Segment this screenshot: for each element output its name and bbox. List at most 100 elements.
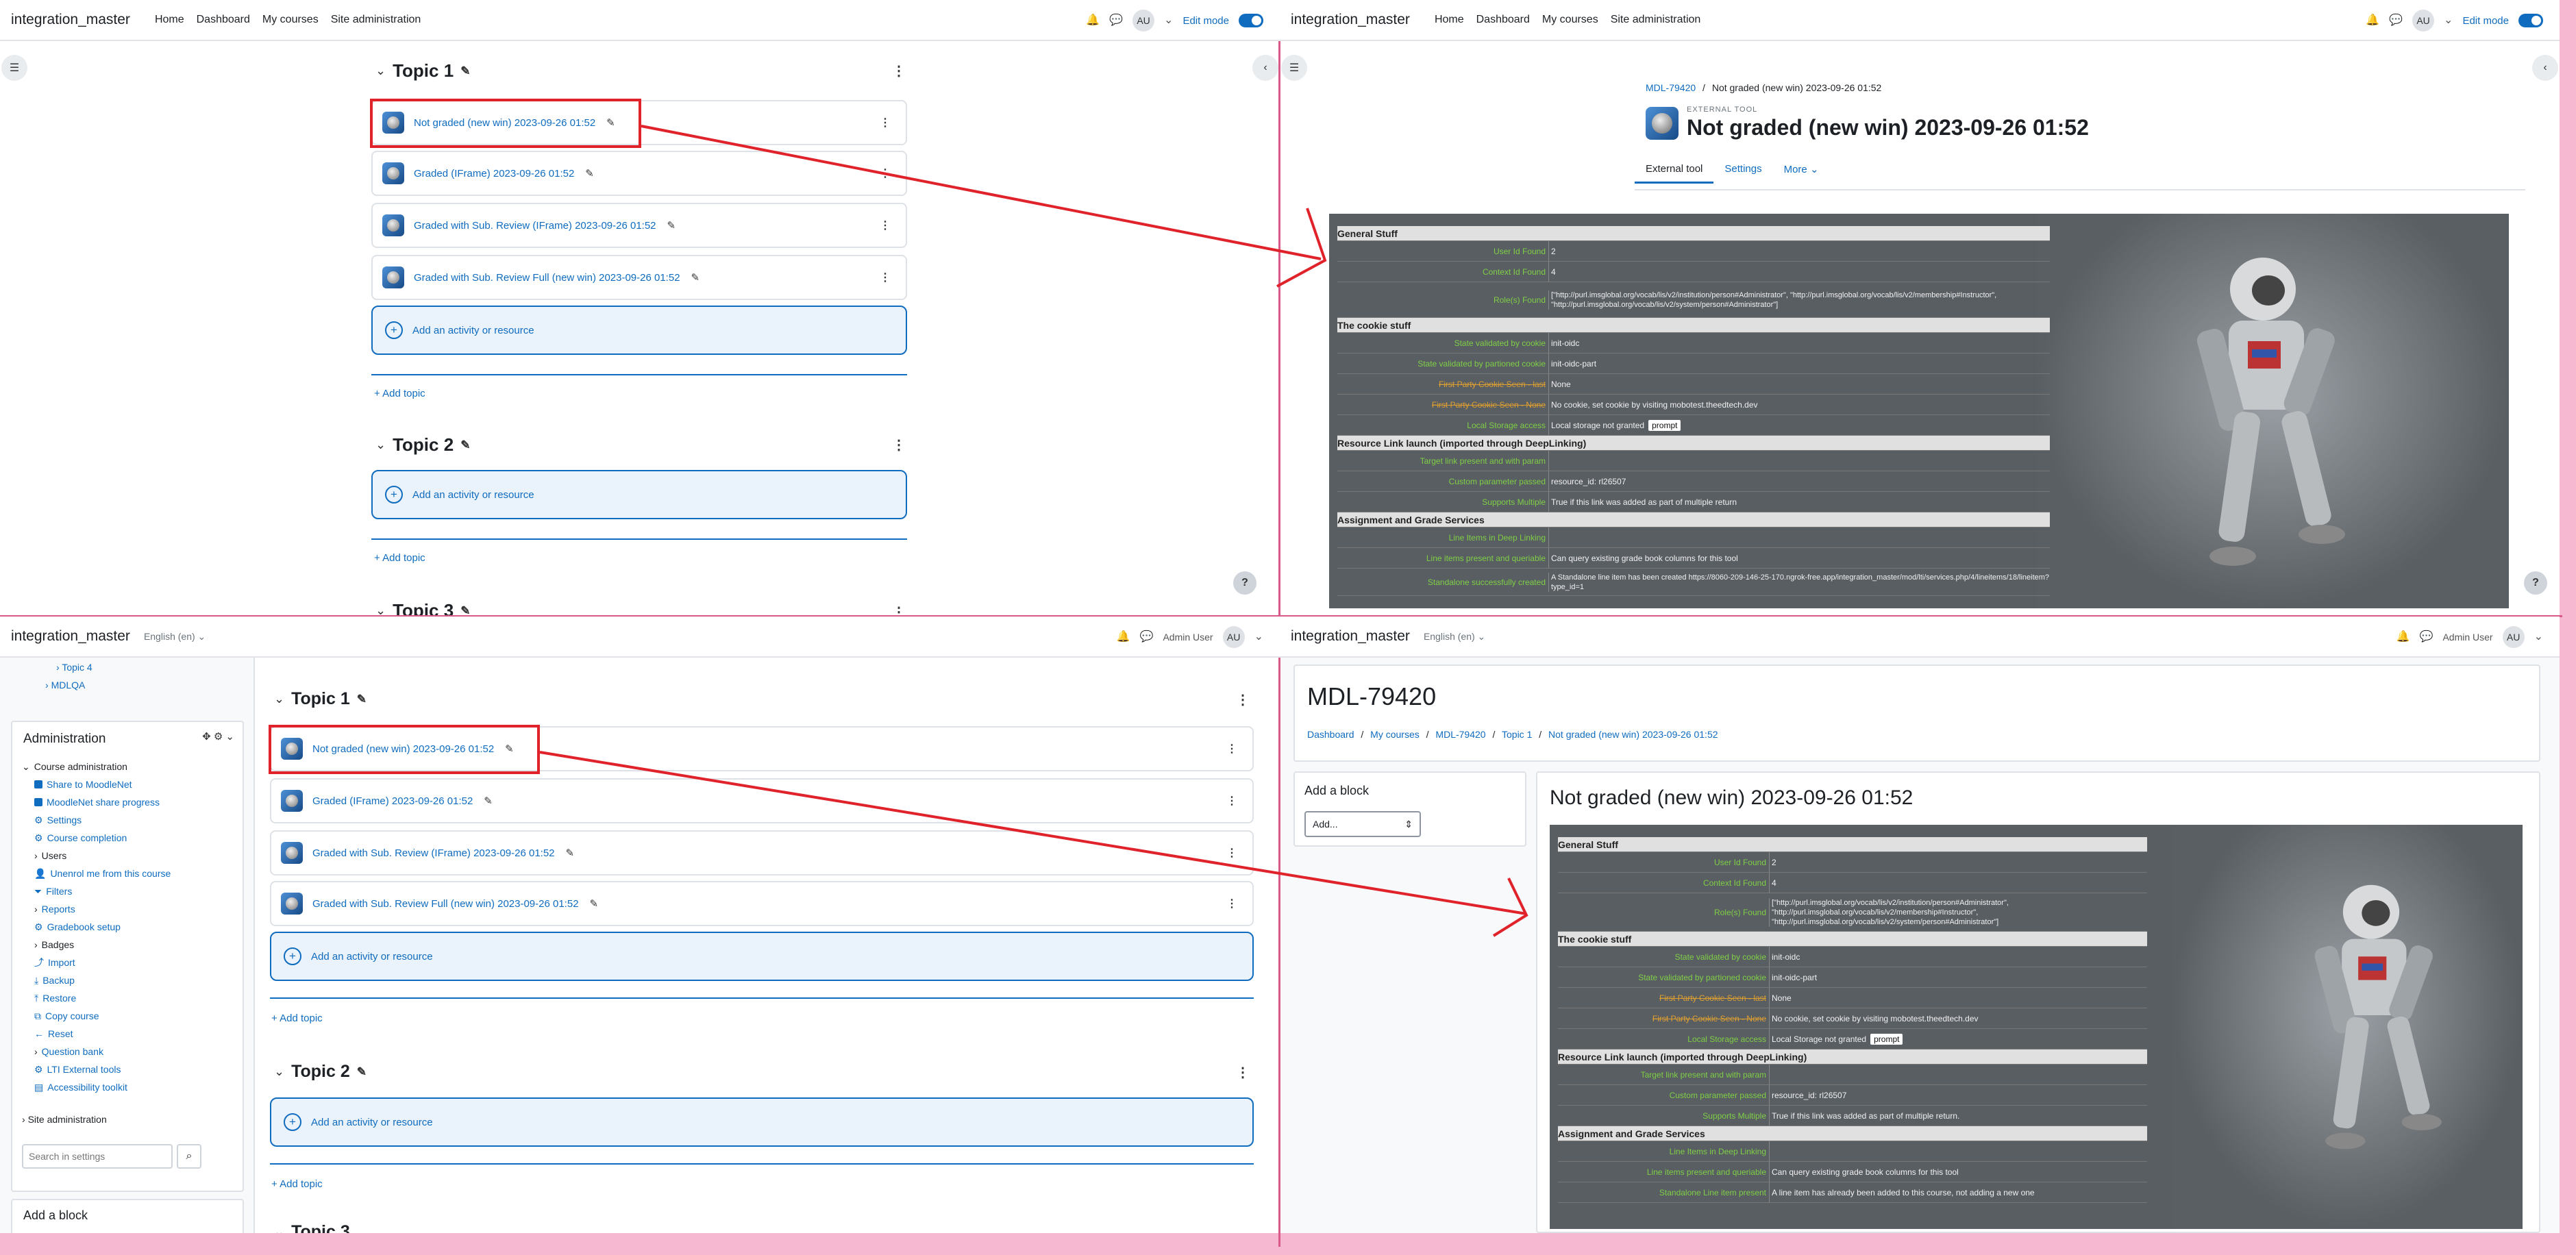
lti-frame[interactable]: General Stuff User Id Found 2 Context Id …: [1329, 214, 2509, 608]
nav-home[interactable]: Home: [1435, 14, 1464, 26]
bell-icon[interactable]: 🔔: [2397, 632, 2410, 643]
collapse-chevron-icon[interactable]: ⌄: [274, 692, 284, 706]
block-drawer-icon[interactable]: ‹: [1252, 55, 1278, 81]
breadcrumb-item[interactable]: Topic 1: [1502, 729, 1532, 740]
activity-graded-iframe[interactable]: Graded (IFrame) 2023-09-26 01:52 ✎ ⋮: [371, 151, 907, 196]
topic-3-heading[interactable]: ⌄ Topic 3: [274, 1222, 350, 1233]
course-index-mdlqa[interactable]: › MDLQA: [45, 680, 85, 691]
topic-menu-icon[interactable]: ⋮: [892, 438, 906, 452]
site-admin-node[interactable]: › Site administration: [22, 1114, 107, 1125]
activity-link[interactable]: Graded with Sub. Review (IFrame) 2023-09…: [414, 220, 656, 232]
activity-link[interactable]: Graded (IFrame) 2023-09-26 01:52: [312, 795, 473, 807]
activity-menu-icon[interactable]: ⋮: [1226, 794, 1237, 808]
admin-item[interactable]: › Reports: [22, 900, 241, 918]
admin-item[interactable]: ⤴ Import: [22, 954, 241, 971]
topic-menu-icon[interactable]: ⋮: [1236, 1066, 1250, 1080]
search-input[interactable]: Search in settings: [22, 1144, 173, 1169]
edit-pencil-icon[interactable]: ✎: [357, 1065, 367, 1079]
topic-3-heading[interactable]: ⌄ Topic 3 ✎: [375, 600, 470, 617]
course-index-drawer-icon[interactable]: ☰: [1, 55, 27, 81]
activity-menu-icon[interactable]: ⋮: [1226, 846, 1237, 860]
admin-item[interactable]: › Question bank: [22, 1043, 241, 1060]
admin-item[interactable]: ⚙ LTI External tools: [22, 1060, 241, 1078]
bell-icon[interactable]: 🔔: [2366, 15, 2379, 26]
edit-pencil-icon[interactable]: ✎: [357, 693, 367, 706]
lti-frame[interactable]: General Stuff User Id Found 2 Context Id …: [1550, 825, 2523, 1229]
site-brand[interactable]: integration_master: [1291, 12, 1410, 28]
add-topic-link[interactable]: + Add topic: [374, 552, 425, 564]
collapse-chevron-icon[interactable]: ⌄: [274, 1225, 284, 1233]
course-index-topic-4[interactable]: › Topic 4: [56, 662, 92, 673]
breadcrumb-item[interactable]: MDL-79420: [1435, 729, 1485, 740]
add-activity-button[interactable]: + Add an activity or resource: [270, 1097, 1254, 1147]
nav-my-courses[interactable]: My courses: [262, 14, 319, 26]
nav-dashboard[interactable]: Dashboard: [1476, 14, 1530, 26]
language-menu[interactable]: English (en) ⌄: [1424, 631, 1485, 643]
chevron-down-icon[interactable]: ⌄: [2444, 15, 2453, 26]
chevron-down-icon[interactable]: ⌄: [1254, 632, 1263, 643]
admin-item[interactable]: ⤒ Restore: [22, 989, 241, 1007]
bell-icon[interactable]: 🔔: [1117, 632, 1130, 643]
admin-item[interactable]: ⏷ Filters: [22, 882, 241, 900]
prompt-button[interactable]: prompt: [1870, 1034, 1903, 1045]
user-name[interactable]: Admin User: [1163, 632, 1213, 643]
edit-pencil-icon[interactable]: ✎: [460, 438, 470, 452]
course-admin-node[interactable]: ⌄ Course administration: [22, 758, 241, 775]
add-activity-button[interactable]: + Add an activity or resource: [371, 470, 907, 519]
edit-pencil-icon[interactable]: ✎: [590, 897, 599, 910]
avatar[interactable]: AU: [2412, 10, 2435, 32]
chat-icon[interactable]: 💬: [1140, 632, 1154, 643]
activity-link[interactable]: Graded with Sub. Review Full (new win) 2…: [414, 272, 680, 284]
edit-pencil-icon[interactable]: ✎: [460, 64, 470, 78]
admin-item[interactable]: ⚙ Course completion: [22, 829, 241, 847]
activity-menu-icon[interactable]: ⋮: [880, 219, 891, 232]
add-block-select[interactable]: Add... ⇕: [1304, 811, 1421, 837]
avatar[interactable]: AU: [1222, 626, 1245, 648]
tab-external-tool[interactable]: External tool: [1635, 156, 1714, 184]
topic-2-heading[interactable]: ⌄ Topic 2 ✎: [375, 434, 470, 456]
user-name[interactable]: Admin User: [2442, 632, 2492, 643]
activity-menu-icon[interactable]: ⋮: [880, 166, 891, 180]
avatar[interactable]: AU: [2502, 626, 2525, 648]
nav-site-admin[interactable]: Site administration: [331, 14, 421, 26]
activity-graded-sub-review-full[interactable]: Graded with Sub. Review Full (new win) 2…: [270, 881, 1254, 926]
topic-2-heading[interactable]: ⌄ Topic 2 ✎: [274, 1062, 367, 1082]
chat-icon[interactable]: 💬: [2420, 632, 2433, 643]
add-activity-button[interactable]: + Add an activity or resource: [371, 306, 907, 355]
bell-icon[interactable]: 🔔: [1086, 15, 1100, 26]
topic-1-heading[interactable]: ⌄ Topic 1 ✎: [274, 689, 367, 709]
admin-item[interactable]: ▤ Accessibility toolkit: [22, 1078, 241, 1096]
nav-home[interactable]: Home: [155, 14, 184, 26]
add-topic-link[interactable]: + Add topic: [271, 1012, 323, 1024]
site-brand[interactable]: integration_master: [11, 12, 130, 28]
add-topic-link[interactable]: + Add topic: [374, 388, 425, 399]
topic-menu-icon[interactable]: ⋮: [892, 64, 906, 78]
chevron-down-icon[interactable]: ⌄: [2534, 632, 2543, 643]
activity-menu-icon[interactable]: ⋮: [880, 116, 891, 129]
block-controls-icon[interactable]: ✥ ⚙ ⌄: [202, 730, 234, 743]
nav-site-admin[interactable]: Site administration: [1611, 14, 1701, 26]
site-brand[interactable]: integration_master: [11, 628, 130, 645]
chat-icon[interactable]: 💬: [1109, 15, 1123, 26]
admin-item[interactable]: ⚙ Settings: [22, 811, 241, 829]
help-icon[interactable]: ?: [2524, 571, 2547, 595]
topic-menu-icon[interactable]: ⋮: [1236, 693, 1250, 707]
edit-pencil-icon[interactable]: ✎: [566, 847, 575, 859]
collapse-chevron-icon[interactable]: ⌄: [274, 1065, 284, 1079]
activity-graded-sub-review-full[interactable]: Graded with Sub. Review Full (new win) 2…: [371, 255, 907, 300]
admin-item[interactable]: ⧉ Copy course: [22, 1007, 241, 1025]
breadcrumb-item[interactable]: My courses: [1370, 729, 1420, 740]
tab-more[interactable]: More ⌄: [1773, 156, 1830, 184]
activity-link[interactable]: Graded with Sub. Review Full (new win) 2…: [312, 898, 579, 910]
collapse-chevron-icon[interactable]: ⌄: [375, 438, 386, 452]
topic-1-heading[interactable]: ⌄ Topic 1 ✎: [375, 60, 470, 82]
edit-pencil-icon[interactable]: ✎: [484, 795, 493, 807]
chat-icon[interactable]: 💬: [2389, 15, 2403, 26]
nav-my-courses[interactable]: My courses: [1542, 14, 1598, 26]
admin-item[interactable]: › Badges: [22, 936, 241, 954]
prompt-button[interactable]: prompt: [1648, 420, 1681, 431]
admin-item[interactable]: ⤓ Backup: [22, 971, 241, 989]
language-menu[interactable]: English (en) ⌄: [144, 631, 206, 643]
activity-link[interactable]: Graded with Sub. Review (IFrame) 2023-09…: [312, 847, 555, 859]
admin-item[interactable]: ⚙ Gradebook setup: [22, 918, 241, 936]
